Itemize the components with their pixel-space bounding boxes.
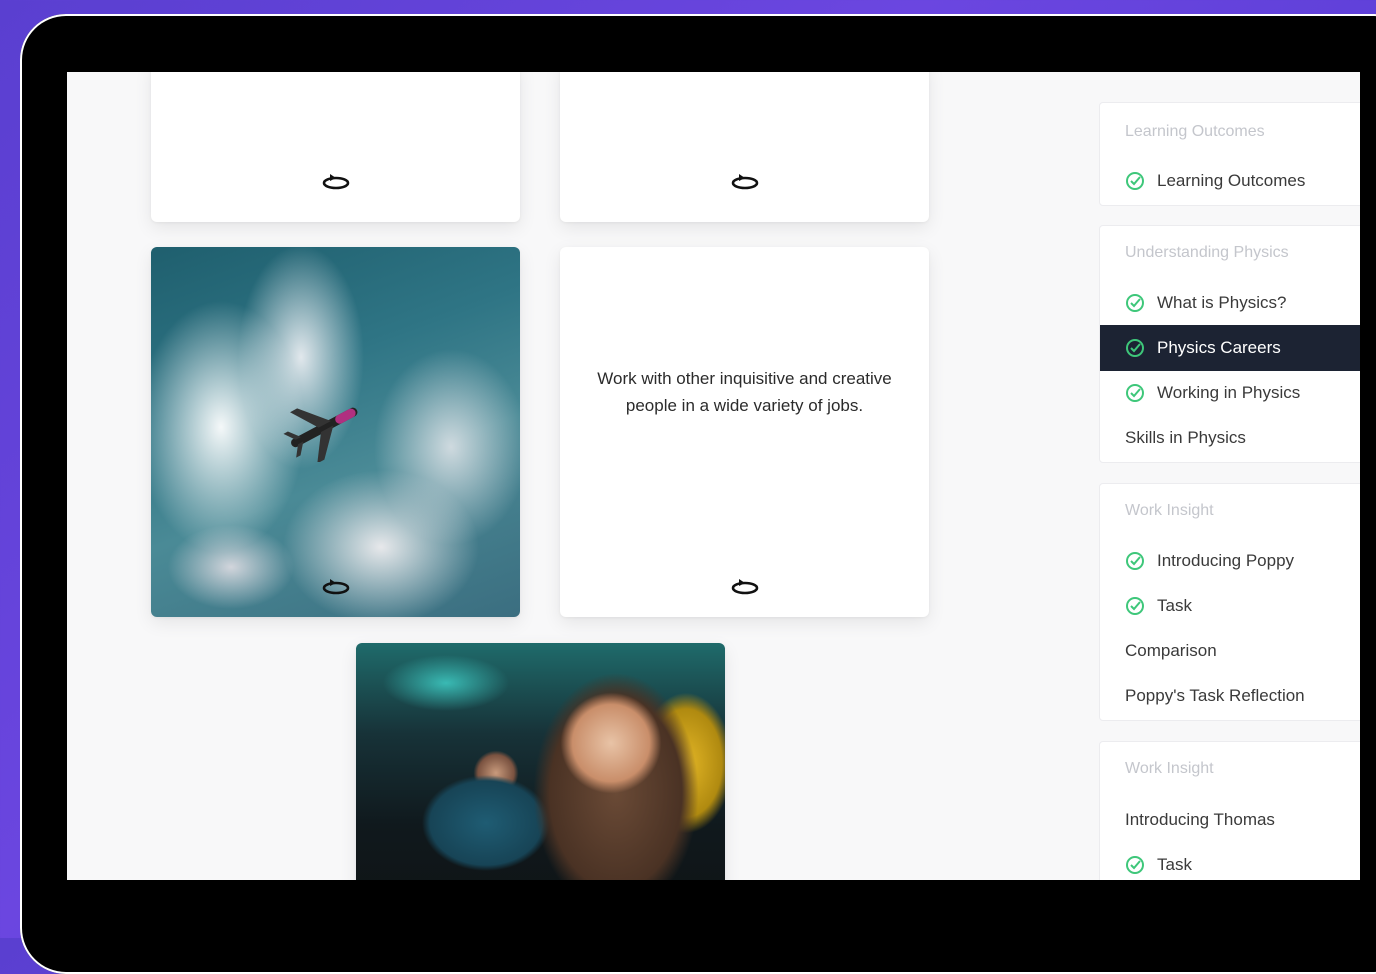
check-circle-icon <box>1126 339 1144 357</box>
section-heading: Work Insight <box>1125 760 1214 777</box>
app-screen: Work with other inquisitive and creative… <box>67 72 1360 880</box>
sidebar-item-physics-careers[interactable]: Physics Careers <box>1100 325 1360 371</box>
flip-card-text[interactable]: Work with other inquisitive and creative… <box>560 247 929 617</box>
sidebar-item-skills-in-physics[interactable]: Skills in Physics <box>1100 415 1360 461</box>
check-circle-icon <box>1126 856 1144 874</box>
airplane-image <box>283 407 358 462</box>
sidebar-item-label: Working in Physics <box>1157 383 1301 402</box>
sidebar-item-label: Task <box>1157 596 1192 615</box>
check-circle-icon <box>1126 294 1144 312</box>
sidebar-section-work-insight-poppy: Work Insight Introducing Poppy Task Comp… <box>1099 483 1360 721</box>
sidebar-item-introducing-thomas[interactable]: Introducing Thomas <box>1100 797 1360 843</box>
flip-card-2[interactable] <box>560 72 929 222</box>
flip-icon[interactable] <box>321 575 351 597</box>
section-heading: Understanding Physics <box>1125 244 1289 261</box>
flip-icon[interactable] <box>730 575 760 597</box>
flip-card-description: Work with other inquisitive and creative… <box>597 369 892 415</box>
sidebar-item-label: Task <box>1157 855 1192 874</box>
sidebar-item-label: Learning Outcomes <box>1157 171 1306 190</box>
sidebar-item-label: Physics Careers <box>1157 338 1281 357</box>
section-heading: Work Insight <box>1125 502 1214 519</box>
sidebar-item-label: Comparison <box>1125 641 1217 660</box>
sidebar-item-working-in-physics[interactable]: Working in Physics <box>1100 370 1360 416</box>
sidebar-item-what-is-physics[interactable]: What is Physics? <box>1100 280 1360 326</box>
sidebar-section-understanding-physics: Understanding Physics What is Physics? P… <box>1099 225 1360 463</box>
section-heading: Learning Outcomes <box>1125 123 1265 140</box>
sidebar-section-work-insight-thomas: Work Insight Introducing Thomas Task <box>1099 741 1360 880</box>
flip-icon[interactable] <box>321 170 351 192</box>
flip-icon[interactable] <box>730 170 760 192</box>
sidebar-item-introducing-poppy[interactable]: Introducing Poppy <box>1100 538 1360 584</box>
sidebar-item-label: Introducing Thomas <box>1125 810 1275 829</box>
check-circle-icon <box>1126 172 1144 190</box>
check-circle-icon <box>1126 384 1144 402</box>
sidebar-item-label: What is Physics? <box>1157 293 1287 312</box>
check-circle-icon <box>1126 597 1144 615</box>
sidebar-item-label: Skills in Physics <box>1125 428 1246 447</box>
sidebar-section-learning-outcomes: Learning Outcomes Learning Outcomes <box>1099 102 1360 206</box>
flip-card-gamer-photo[interactable] <box>356 643 725 880</box>
sidebar-item-learning-outcomes[interactable]: Learning Outcomes <box>1100 158 1360 204</box>
sidebar-item-task[interactable]: Task <box>1100 583 1360 629</box>
sidebar-item-comparison[interactable]: Comparison <box>1100 628 1360 674</box>
sidebar-item-poppys-task-reflection[interactable]: Poppy's Task Reflection <box>1100 673 1360 719</box>
check-circle-icon <box>1126 552 1144 570</box>
sidebar-item-label: Poppy's Task Reflection <box>1125 686 1305 705</box>
flip-card-airplane[interactable] <box>151 247 520 617</box>
sidebar-item-task[interactable]: Task <box>1100 842 1360 880</box>
sidebar-item-label: Introducing Poppy <box>1157 551 1295 570</box>
flip-card-1[interactable] <box>151 72 520 222</box>
